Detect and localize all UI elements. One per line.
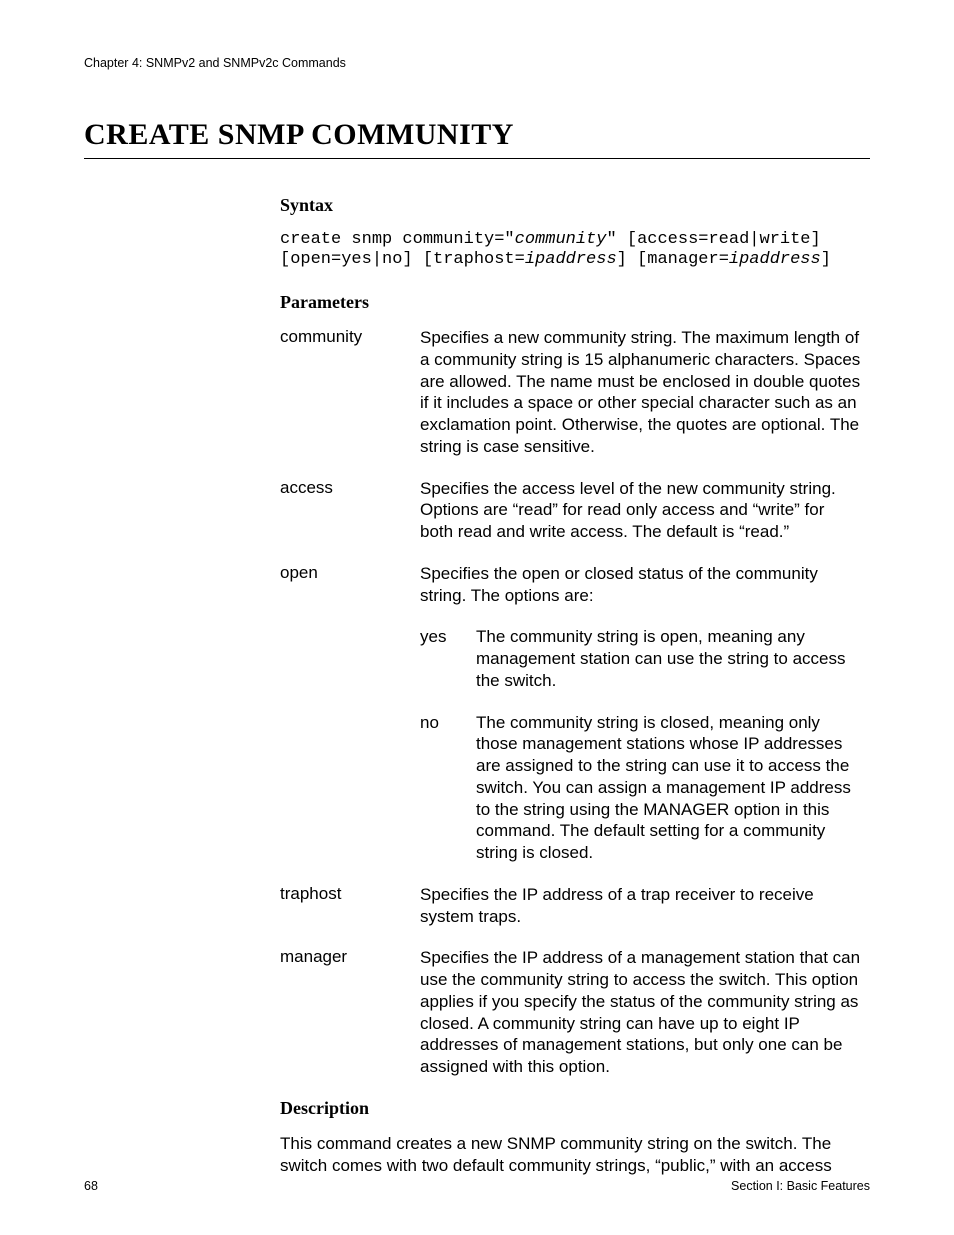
parameters-heading: Parameters: [280, 292, 862, 313]
parameter-row: manager Specifies the IP address of a ma…: [280, 947, 862, 1078]
parameter-row: access Specifies the access level of the…: [280, 478, 862, 543]
syntax-heading: Syntax: [280, 195, 862, 216]
parameter-desc: Specifies the IP address of a management…: [420, 947, 862, 1078]
parameter-option-name: yes: [420, 626, 476, 691]
parameter-name: manager: [280, 947, 420, 1078]
parameter-row: open Specifies the open or closed status…: [280, 563, 862, 864]
parameter-row: community Specifies a new community stri…: [280, 327, 862, 458]
parameter-desc-text: Specifies the open or closed status of t…: [420, 564, 818, 605]
syntax-text: ] [manager=: [617, 250, 729, 269]
title-rule: CREATE SNMP COMMUNITY: [84, 118, 870, 159]
syntax-arg-community: community: [515, 230, 607, 249]
footer: 68 Section I: Basic Features: [84, 1179, 870, 1193]
syntax-text: ]: [821, 250, 831, 269]
syntax-arg-ipaddress: ipaddress: [525, 250, 617, 269]
section-label: Section I: Basic Features: [731, 1179, 870, 1193]
description-body: This command creates a new SNMP communit…: [280, 1133, 862, 1177]
parameter-option-row: yes The community string is open, meanin…: [420, 626, 862, 691]
syntax-arg-ipaddress: ipaddress: [729, 250, 821, 269]
parameter-desc: Specifies the open or closed status of t…: [420, 563, 862, 864]
parameter-option-name: no: [420, 712, 476, 864]
parameter-option-row: no The community string is closed, meani…: [420, 712, 862, 864]
parameter-desc: Specifies the IP address of a trap recei…: [420, 884, 862, 928]
parameter-row: traphost Specifies the IP address of a t…: [280, 884, 862, 928]
content-column: Syntax create snmp community="community"…: [280, 195, 862, 1176]
page-title: CREATE SNMP COMMUNITY: [84, 118, 870, 152]
parameter-name: open: [280, 563, 420, 864]
description-heading: Description: [280, 1098, 862, 1119]
parameter-desc: Specifies the access level of the new co…: [420, 478, 862, 543]
parameter-desc: Specifies a new community string. The ma…: [420, 327, 862, 458]
syntax-text: [open=yes|no] [traphost=: [280, 250, 525, 269]
parameter-option-desc: The community string is open, meaning an…: [476, 626, 862, 691]
parameter-name: access: [280, 478, 420, 543]
syntax-text: " [access=read|write]: [606, 230, 820, 249]
parameter-option-desc: The community string is closed, meaning …: [476, 712, 862, 864]
running-header: Chapter 4: SNMPv2 and SNMPv2c Commands: [84, 56, 870, 70]
parameter-name: community: [280, 327, 420, 458]
page-number: 68: [84, 1179, 98, 1193]
parameter-name: traphost: [280, 884, 420, 928]
syntax-text: create snmp community=": [280, 230, 515, 249]
syntax-block: create snmp community="community" [acces…: [280, 230, 862, 270]
